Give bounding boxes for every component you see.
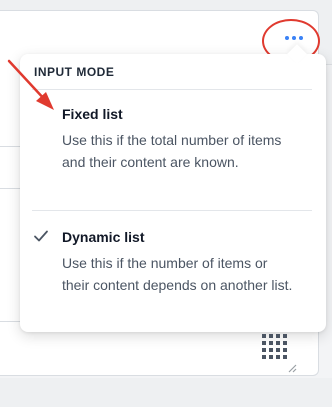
annotation-arrow [7,59,54,110]
